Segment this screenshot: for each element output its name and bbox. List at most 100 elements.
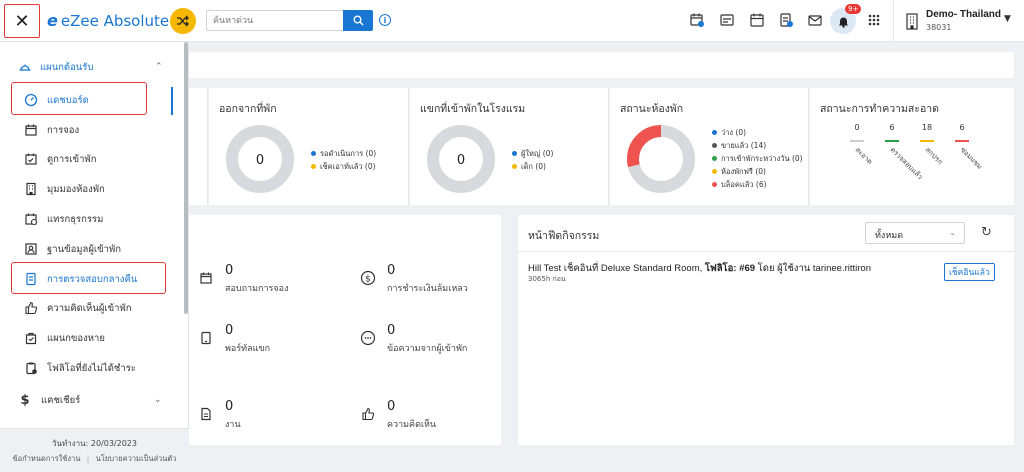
stat-card-departure: ออกจากที่พัก 0 รอดำเนินการ (0) เช็คเอาท์… <box>209 88 409 205</box>
stat-tasks[interactable]: 0 งาน <box>197 399 241 431</box>
sidebar-item-lost-found[interactable]: แผนกของหาย <box>0 326 186 350</box>
switch-button[interactable] <box>170 8 196 34</box>
privacy-link[interactable]: นโยบายความเป็นส่วนตัว <box>96 454 177 463</box>
legend-item: เช็คเอาท์แล้ว (0) <box>311 160 376 173</box>
bar <box>850 140 864 142</box>
property-name[interactable]: Demo- Thailand <box>926 9 1001 20</box>
stay-view-icon <box>25 153 37 165</box>
id-card-icon[interactable] <box>719 12 735 28</box>
legend-item: บล็อคแล้ว (6) <box>712 178 803 191</box>
category-label: ซ่อมแซม <box>959 146 984 171</box>
stat-guest-portal[interactable]: 0 พอร์ทัลแขก <box>197 323 270 355</box>
breadcrumb-bar <box>189 52 1014 78</box>
stat-label: พอร์ทัลแขก <box>225 344 271 354</box>
stat-guest-messages[interactable]: 0 ข้อความจากผู้เข้าพัก <box>359 323 467 355</box>
working-date: วันทำงาน: 20/03/2023 <box>52 439 137 448</box>
card-title: แขกที่เข้าพักในโรงแรม <box>420 103 526 115</box>
legend-item: ห้องพักฟรี (0) <box>712 165 803 178</box>
mail-icon[interactable] <box>807 12 823 28</box>
sidebar-item-night-audit[interactable]: การตรวจสอบกลางคืน <box>0 267 186 291</box>
sidebar-footer: วันทำงาน: 20/03/2023 ข้อกำหนดการใช้งาน |… <box>0 428 189 472</box>
sidebar-item-label: ความคิดเห็นผู้เข้าพัก <box>47 302 132 314</box>
stat-label: ความคิดเห็น <box>387 420 437 430</box>
shuffle-icon <box>177 15 189 27</box>
legend-item: ผู้ใหญ่ (0) <box>512 147 553 160</box>
quick-search-input[interactable] <box>206 10 343 31</box>
sidebar-item-insert-transaction[interactable]: แทรกธุรกรรม <box>0 207 186 231</box>
stat-card-inhouse: แขกที่เข้าพักในโรงแรม 0 ผู้ใหญ่ (0) เด็ก… <box>410 88 609 205</box>
terms-link[interactable]: ข้อกำหนดการใช้งาน <box>13 454 81 463</box>
stat-booking-inquiry[interactable]: 0 สอบถามการจอง <box>197 263 288 295</box>
night-audit-icon <box>26 272 36 286</box>
stat-card-housekeeping: สถานะการทำความสะอาด 0 สะอาด 6 ตรวจสอบแล้ว 18… <box>810 88 1014 205</box>
sidebar-item-label: แคชเชียร์ <box>41 394 81 406</box>
apps-grid-icon[interactable] <box>866 12 882 28</box>
activity-filter-select[interactable]: ทั้งหมด ⌄ <box>865 222 965 244</box>
bell-icon <box>838 17 848 28</box>
search-button[interactable] <box>343 10 373 31</box>
legend-item: การเข้าพักระหว่างวัน (0) <box>712 152 803 165</box>
lost-found-icon <box>25 332 37 345</box>
donut-chart: 0 <box>427 125 495 193</box>
legend: รอดำเนินการ (0) เช็คเอาท์แล้ว (0) <box>311 147 376 173</box>
status-badge: เช็คอินแล้ว <box>944 263 995 281</box>
bar-value-label: 6 <box>959 123 964 132</box>
tablet-icon <box>201 331 211 345</box>
calendar-check-icon[interactable] <box>689 12 705 28</box>
invoice-icon[interactable] <box>778 12 794 28</box>
property-dropdown-icon[interactable]: ▼ <box>1004 14 1011 24</box>
sidebar-item-label: โฟลิโอที่ยังไม่ได้ชำระ <box>47 362 136 374</box>
clipboard-icon <box>26 362 37 375</box>
card-title: สถานะห้องพัก <box>620 103 684 115</box>
bar-value-label: 18 <box>922 123 932 132</box>
sidebar-item-room-view[interactable]: มุมมองห้องพัก <box>0 177 186 201</box>
entry-folio[interactable]: โฟลิโอ: #69 <box>705 263 755 274</box>
sidebar-item-guest-database[interactable]: ฐานข้อมูลผู้เข้าพัก <box>0 237 186 261</box>
legend-item: เด็ก (0) <box>512 160 553 173</box>
entry-prefix: Hill Test เช็คอินที่ Deluxe Standard Roo… <box>528 263 705 274</box>
svg-text:$: $ <box>365 275 371 285</box>
legend-item: ขายแล้ว (14) <box>712 139 803 152</box>
legend-item: รอดำเนินการ (0) <box>311 147 376 160</box>
bar <box>920 140 934 142</box>
search-icon <box>353 15 364 26</box>
chevron-down-icon: ⌄ <box>154 395 162 405</box>
stat-card-arrivals <box>189 88 208 205</box>
activity-entry-text: Hill Test เช็คอินที่ Deluxe Standard Roo… <box>528 261 871 276</box>
stat-feedback[interactable]: 0 ความคิดเห็น <box>359 399 436 431</box>
app-logo[interactable]: e eZee Absolute <box>47 11 169 30</box>
logo-mark: e <box>47 11 58 30</box>
stat-failed-payments[interactable]: $ 0 การชำระเงินล้มเหลว <box>359 263 468 295</box>
sidebar-item-dashboard[interactable]: แดชบอร์ด <box>0 88 186 112</box>
sidebar-item-label: มุมมองห้องพัก <box>47 183 105 195</box>
stat-label: การชำระเงินล้มเหลว <box>387 284 468 294</box>
divider <box>893 0 894 42</box>
sidebar-item-label: การจอง <box>47 124 80 136</box>
sidebar-item-unpaid-folios[interactable]: โฟลิโอที่ยังไม่ได้ชำระ <box>0 356 186 380</box>
calendar-icon[interactable] <box>749 12 765 28</box>
sidebar: แผนกต้อนรับ ⌃ แดชบอร์ด การจอง ดูการเข้าพ… <box>0 42 189 472</box>
sidebar-scrollbar[interactable] <box>184 42 188 314</box>
card-title: สถานะการทำความสะอาด <box>820 103 939 115</box>
divider <box>518 251 1014 252</box>
stat-value: 0 <box>387 399 396 414</box>
entry-suffix: โดย ผู้ใช้งาน tarinee.rittiron <box>755 263 871 274</box>
section-label: แผนกต้อนรับ <box>40 61 94 73</box>
close-menu-button[interactable]: ✕ <box>4 4 40 38</box>
sidebar-item-cashier[interactable]: $ แคชเชียร์ ⌄ <box>0 388 186 412</box>
stat-card-room-status: สถานะห้องพัก ว่าง (0) ขายแล้ว (14) การเข… <box>610 88 809 205</box>
info-icon[interactable]: i <box>379 14 391 26</box>
sidebar-item-reservations[interactable]: การจอง <box>0 118 186 142</box>
sidebar-item-label: ฐานข้อมูลผู้เข้าพัก <box>47 243 122 255</box>
close-icon: ✕ <box>14 10 30 32</box>
thumbs-up-icon <box>362 407 375 421</box>
category-label: ตรวจสอบแล้ว <box>889 146 924 181</box>
sidebar-item-stay-view[interactable]: ดูการเข้าพัก <box>0 147 186 171</box>
sidebar-item-guest-reviews[interactable]: ความคิดเห็นผู้เข้าพัก <box>0 296 186 320</box>
category-label: สะอาด <box>854 146 874 166</box>
sidebar-section-front-desk[interactable]: แผนกต้อนรับ ⌃ <box>0 56 189 78</box>
refresh-icon[interactable]: ↻ <box>981 225 992 240</box>
task-icon <box>201 407 211 421</box>
legend: ว่าง (0) ขายแล้ว (14) การเข้าพักระหว่างว… <box>712 126 803 191</box>
stat-label: สอบถามการจอง <box>225 284 289 294</box>
